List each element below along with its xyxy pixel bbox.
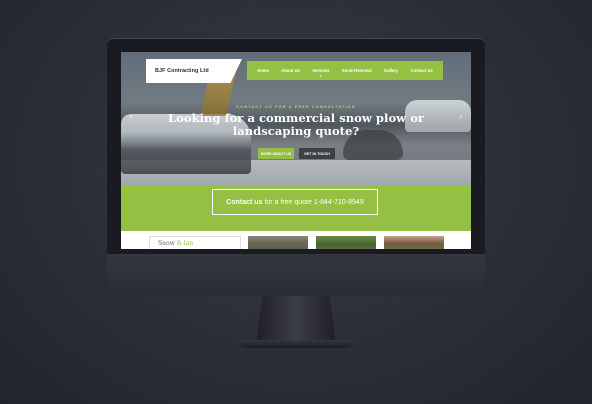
- more-about-us-button[interactable]: MORE ABOUT US: [258, 148, 294, 159]
- cta-bold-text: Contact us: [226, 198, 263, 206]
- hero-eyebrow: CONTACT US FOR A FREE CONSULTATION: [236, 105, 356, 109]
- nav-item-services[interactable]: Services ▼: [312, 68, 329, 78]
- teaser-text-left: Snow: [158, 240, 175, 247]
- chevron-right-icon[interactable]: ›: [457, 111, 465, 123]
- main-nav: Home About Us Services ▼ Snow Removal Gal…: [247, 61, 443, 80]
- nav-item-contact-us[interactable]: Contact Us: [411, 68, 433, 73]
- services-preview-row: Snow & lan: [121, 231, 471, 249]
- nav-item-home[interactable]: Home: [257, 68, 269, 73]
- hero-slider: BJF Contracting Ltd Home About Us Servic…: [121, 52, 471, 185]
- get-in-touch-button[interactable]: GET IN TOUCH: [299, 148, 335, 159]
- service-image-snow[interactable]: [248, 236, 308, 249]
- site-logo[interactable]: BJF Contracting Ltd: [146, 59, 242, 83]
- nav-item-gallery[interactable]: Gallery: [384, 68, 398, 73]
- dropdown-caret-icon: ▼: [319, 74, 323, 78]
- imac-stand: [256, 296, 336, 346]
- cta-text: for a free quote: [264, 198, 312, 206]
- service-image-landscape[interactable]: [316, 236, 376, 249]
- nav-item-snow-removal[interactable]: Snow Removal: [342, 68, 372, 73]
- service-image-garden[interactable]: [384, 236, 444, 249]
- nav-item-about-us[interactable]: About Us: [281, 68, 300, 73]
- hero-headline: Looking for a commercial snow plow or la…: [167, 111, 425, 138]
- chevron-left-icon[interactable]: ‹: [127, 111, 135, 123]
- cta-band: Contact us for a free quote 1-844-710-89…: [121, 185, 471, 231]
- teaser-text-right: & lan: [176, 240, 194, 247]
- imac-stand-base: [240, 340, 352, 348]
- cta-phone: 1-844-710-8949: [313, 198, 364, 206]
- apple-icon: [286, 266, 306, 286]
- service-teaser-card[interactable]: Snow & lan: [149, 236, 241, 249]
- free-quote-cta-button[interactable]: Contact us for a free quote 1-844-710-89…: [212, 189, 378, 215]
- brand-name: BJF Contracting Ltd: [155, 68, 209, 74]
- screen: BJF Contracting Ltd Home About Us Servic…: [121, 52, 471, 249]
